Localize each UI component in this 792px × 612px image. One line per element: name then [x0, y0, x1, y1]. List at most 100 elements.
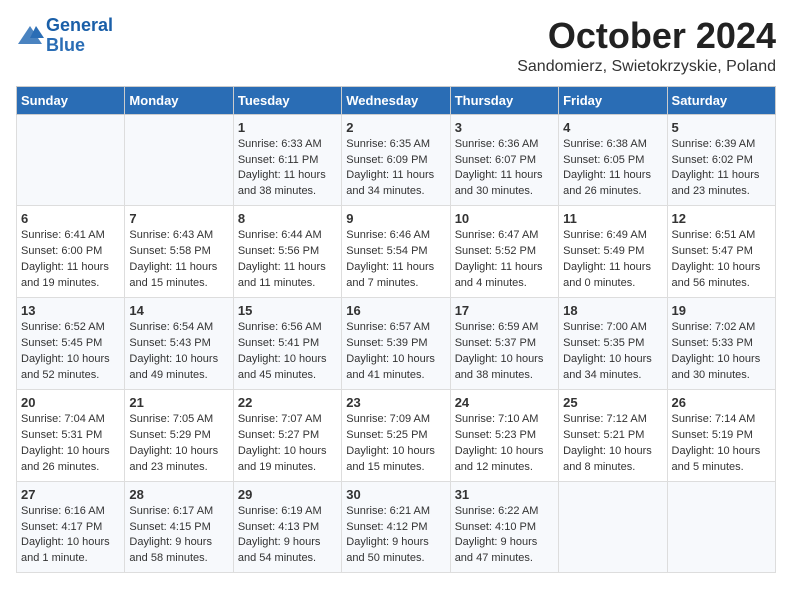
day-number: 12: [672, 211, 771, 226]
calendar-cell: 10Sunrise: 6:47 AM Sunset: 5:52 PM Dayli…: [450, 206, 558, 298]
day-of-week-header: Monday: [125, 86, 233, 114]
day-number: 30: [346, 487, 445, 502]
calendar-cell: 6 Sunrise: 6:41 AM Sunset: 6:00 PM Daylig…: [17, 206, 125, 298]
day-info: Sunrise: 7:02 AM Sunset: 5:33 PM Dayligh…: [672, 320, 771, 384]
calendar-cell: 19 Sunrise: 7:02 AM Sunset: 5:33 PM Dayli…: [667, 298, 775, 390]
day-of-week-header: Saturday: [667, 86, 775, 114]
day-info: Sunrise: 6:43 AM Sunset: 5:58 PM Dayligh…: [129, 228, 228, 292]
day-info: Sunrise: 6:59 AM Sunset: 5:37 PM Dayligh…: [455, 320, 554, 384]
title-block: October 2024 Sandomierz, Swietokrzyskie,…: [517, 16, 776, 76]
day-info: Sunrise: 6:35 AM Sunset: 6:09 PM Dayligh…: [346, 137, 445, 201]
calendar-cell: 2 Sunrise: 6:35 AM Sunset: 6:09 PM Daylig…: [342, 114, 450, 206]
logo-icon: [16, 22, 44, 50]
day-info: Sunrise: 7:09 AM Sunset: 5:25 PM Dayligh…: [346, 412, 445, 476]
day-number: 26: [672, 395, 771, 410]
calendar-week-row: 27 Sunrise: 6:16 AM Sunset: 4:17 PM Dayli…: [17, 481, 776, 573]
day-info: Sunrise: 6:21 AM Sunset: 4:12 PM Dayligh…: [346, 504, 445, 568]
logo-blue: Blue: [46, 35, 85, 55]
day-info: Sunrise: 7:00 AM Sunset: 5:35 PM Dayligh…: [563, 320, 662, 384]
day-number: 14: [129, 303, 228, 318]
day-info: Sunrise: 6:57 AM Sunset: 5:39 PM Dayligh…: [346, 320, 445, 384]
calendar-cell: 22 Sunrise: 7:07 AM Sunset: 5:27 PM Dayli…: [233, 389, 341, 481]
calendar-cell: 29Sunrise: 6:19 AM Sunset: 4:13 PM Dayli…: [233, 481, 341, 573]
day-number: 8: [238, 211, 337, 226]
calendar-cell: 20 Sunrise: 7:04 AM Sunset: 5:31 PM Dayli…: [17, 389, 125, 481]
location-title: Sandomierz, Swietokrzyskie, Poland: [517, 58, 776, 76]
day-of-week-header: Sunday: [17, 86, 125, 114]
day-number: 18: [563, 303, 662, 318]
day-number: 19: [672, 303, 771, 318]
day-of-week-header: Wednesday: [342, 86, 450, 114]
day-of-week-header: Friday: [559, 86, 667, 114]
day-info: Sunrise: 6:17 AM Sunset: 4:15 PM Dayligh…: [129, 504, 228, 568]
calendar-cell: 3 Sunrise: 6:36 AM Sunset: 6:07 PM Daylig…: [450, 114, 558, 206]
day-number: 31: [455, 487, 554, 502]
day-info: Sunrise: 6:39 AM Sunset: 6:02 PM Dayligh…: [672, 137, 771, 201]
day-number: 7: [129, 211, 228, 226]
day-info: Sunrise: 6:38 AM Sunset: 6:05 PM Dayligh…: [563, 137, 662, 201]
day-number: 20: [21, 395, 120, 410]
calendar-body: 1Sunrise: 6:33 AM Sunset: 6:11 PM Daylig…: [17, 114, 776, 573]
day-info: Sunrise: 7:14 AM Sunset: 5:19 PM Dayligh…: [672, 412, 771, 476]
day-info: Sunrise: 7:05 AM Sunset: 5:29 PM Dayligh…: [129, 412, 228, 476]
day-info: Sunrise: 6:56 AM Sunset: 5:41 PM Dayligh…: [238, 320, 337, 384]
day-number: 28: [129, 487, 228, 502]
day-number: 22: [238, 395, 337, 410]
calendar-week-row: 6 Sunrise: 6:41 AM Sunset: 6:00 PM Daylig…: [17, 206, 776, 298]
calendar-cell: 24Sunrise: 7:10 AM Sunset: 5:23 PM Dayli…: [450, 389, 558, 481]
calendar-cell: 30 Sunrise: 6:21 AM Sunset: 4:12 PM Dayli…: [342, 481, 450, 573]
day-number: 11: [563, 211, 662, 226]
day-number: 23: [346, 395, 445, 410]
day-info: Sunrise: 6:22 AM Sunset: 4:10 PM Dayligh…: [455, 504, 554, 568]
calendar-cell: 9 Sunrise: 6:46 AM Sunset: 5:54 PM Daylig…: [342, 206, 450, 298]
day-number: 16: [346, 303, 445, 318]
day-info: Sunrise: 7:04 AM Sunset: 5:31 PM Dayligh…: [21, 412, 120, 476]
calendar-cell: 4 Sunrise: 6:38 AM Sunset: 6:05 PM Daylig…: [559, 114, 667, 206]
day-number: 25: [563, 395, 662, 410]
day-info: Sunrise: 6:54 AM Sunset: 5:43 PM Dayligh…: [129, 320, 228, 384]
calendar-cell: 7 Sunrise: 6:43 AM Sunset: 5:58 PM Daylig…: [125, 206, 233, 298]
calendar-cell: 31 Sunrise: 6:22 AM Sunset: 4:10 PM Dayli…: [450, 481, 558, 573]
day-info: Sunrise: 6:51 AM Sunset: 5:47 PM Dayligh…: [672, 228, 771, 292]
calendar-cell: 8 Sunrise: 6:44 AM Sunset: 5:56 PM Daylig…: [233, 206, 341, 298]
logo-general: General: [46, 15, 113, 35]
calendar-cell: 27 Sunrise: 6:16 AM Sunset: 4:17 PM Dayli…: [17, 481, 125, 573]
day-number: 4: [563, 120, 662, 135]
day-number: 3: [455, 120, 554, 135]
calendar-cell: [125, 114, 233, 206]
day-number: 1: [238, 120, 337, 135]
calendar-cell: 25 Sunrise: 7:12 AM Sunset: 5:21 PM Dayli…: [559, 389, 667, 481]
day-number: 2: [346, 120, 445, 135]
page-header: General Blue October 2024 Sandomierz, Sw…: [16, 16, 776, 76]
day-number: 6: [21, 211, 120, 226]
day-info: Sunrise: 7:12 AM Sunset: 5:21 PM Dayligh…: [563, 412, 662, 476]
day-info: Sunrise: 6:16 AM Sunset: 4:17 PM Dayligh…: [21, 504, 120, 568]
day-number: 5: [672, 120, 771, 135]
calendar-week-row: 20 Sunrise: 7:04 AM Sunset: 5:31 PM Dayli…: [17, 389, 776, 481]
day-number: 17: [455, 303, 554, 318]
calendar-cell: 1Sunrise: 6:33 AM Sunset: 6:11 PM Daylig…: [233, 114, 341, 206]
calendar-cell: 15 Sunrise: 6:56 AM Sunset: 5:41 PM Dayli…: [233, 298, 341, 390]
day-info: Sunrise: 7:07 AM Sunset: 5:27 PM Dayligh…: [238, 412, 337, 476]
calendar-cell: 16 Sunrise: 6:57 AM Sunset: 5:39 PM Dayli…: [342, 298, 450, 390]
day-of-week-row: SundayMondayTuesdayWednesdayThursdayFrid…: [17, 86, 776, 114]
day-number: 24: [455, 395, 554, 410]
calendar-cell: 17 Sunrise: 6:59 AM Sunset: 5:37 PM Dayli…: [450, 298, 558, 390]
calendar-cell: [559, 481, 667, 573]
day-info: Sunrise: 6:46 AM Sunset: 5:54 PM Dayligh…: [346, 228, 445, 292]
calendar-cell: 26 Sunrise: 7:14 AM Sunset: 5:19 PM Dayli…: [667, 389, 775, 481]
day-number: 15: [238, 303, 337, 318]
day-info: Sunrise: 6:44 AM Sunset: 5:56 PM Dayligh…: [238, 228, 337, 292]
day-of-week-header: Tuesday: [233, 86, 341, 114]
day-number: 29: [238, 487, 337, 502]
calendar-table: SundayMondayTuesdayWednesdayThursdayFrid…: [16, 86, 776, 574]
day-info: Sunrise: 6:41 AM Sunset: 6:00 PM Dayligh…: [21, 228, 120, 292]
calendar-cell: [17, 114, 125, 206]
calendar-cell: [667, 481, 775, 573]
calendar-cell: 23 Sunrise: 7:09 AM Sunset: 5:25 PM Dayli…: [342, 389, 450, 481]
day-info: Sunrise: 6:36 AM Sunset: 6:07 PM Dayligh…: [455, 137, 554, 201]
day-number: 9: [346, 211, 445, 226]
day-number: 27: [21, 487, 120, 502]
calendar-cell: 28 Sunrise: 6:17 AM Sunset: 4:15 PM Dayli…: [125, 481, 233, 573]
calendar-cell: 12 Sunrise: 6:51 AM Sunset: 5:47 PM Dayli…: [667, 206, 775, 298]
